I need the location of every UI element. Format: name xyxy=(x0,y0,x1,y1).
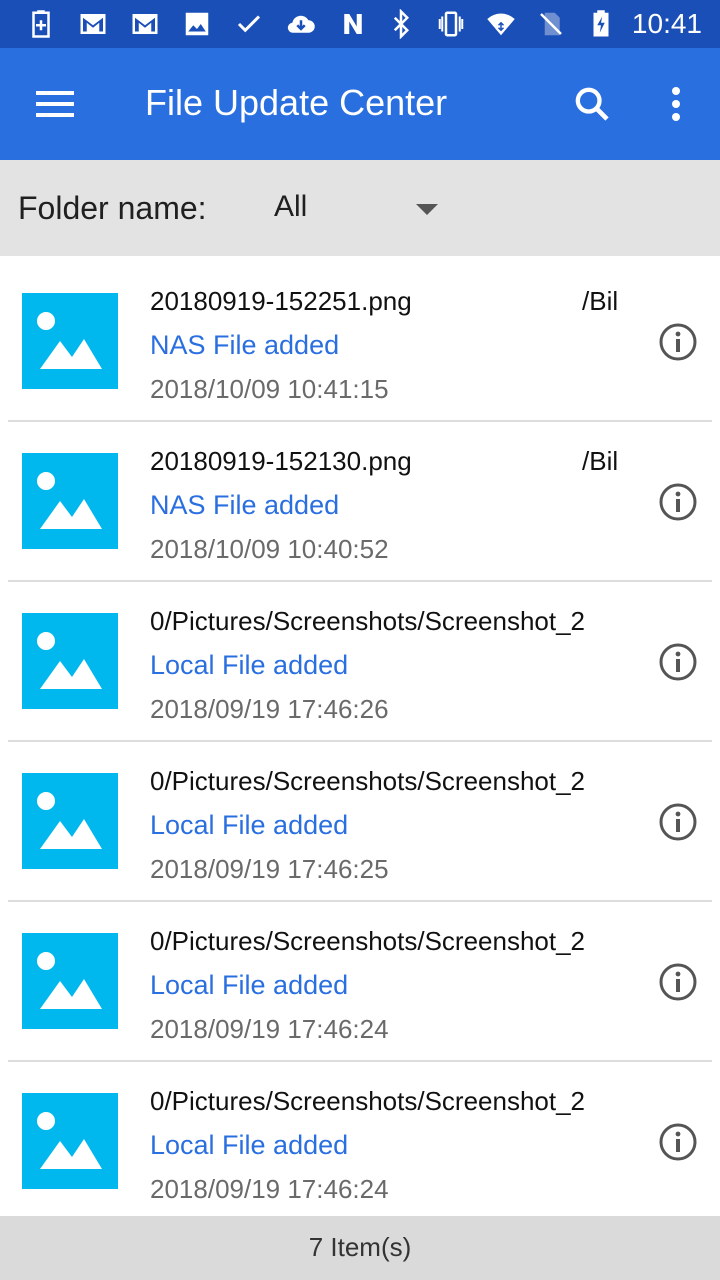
item-count-footer: 7 Item(s) xyxy=(0,1216,720,1280)
file-path-name: 0/Pictures/Screenshots/Screenshot_2 xyxy=(150,606,586,636)
gmail-icon xyxy=(74,8,112,40)
search-button[interactable] xyxy=(566,78,618,130)
battery-charging-icon xyxy=(582,8,620,40)
file-path: 0/Pictures/Screenshots/Screenshot_2 xyxy=(150,606,626,637)
folder-select-value: All xyxy=(274,190,308,223)
vibrate-icon xyxy=(432,8,470,40)
update-timestamp: 2018/09/19 17:46:26 xyxy=(150,694,389,724)
file-path-name: 0/Pictures/Screenshots/Screenshot_2 xyxy=(150,1086,586,1116)
info-icon[interactable] xyxy=(658,482,698,522)
list-item[interactable]: 20180919-152251.png /Bil NAS File added … xyxy=(0,262,720,422)
no-sim-icon xyxy=(532,8,570,40)
dropdown-arrow-icon xyxy=(416,204,438,215)
image-file-icon xyxy=(22,1093,118,1189)
image-file-icon xyxy=(22,773,118,869)
list-item[interactable]: 0/Pictures/Screenshots/Screenshot_2 Loca… xyxy=(0,902,720,1062)
file-path-suffix: /Bil xyxy=(582,446,619,476)
file-path: 0/Pictures/Screenshots/Screenshot_2 xyxy=(150,1086,626,1117)
image-file-icon xyxy=(22,453,118,549)
file-path-name: 0/Pictures/Screenshots/Screenshot_2 xyxy=(150,766,586,796)
clock: 10:41 xyxy=(631,8,702,39)
update-status: Local File added xyxy=(150,650,349,680)
info-icon[interactable] xyxy=(658,802,698,842)
file-path-name: 20180919-152251.png xyxy=(150,286,412,316)
file-path: 0/Pictures/Screenshots/Screenshot_2 xyxy=(150,766,626,797)
file-update-list: 20180919-152251.png /Bil NAS File added … xyxy=(0,262,720,1216)
status-bar-system: 10:41 xyxy=(382,8,702,40)
app-title: File Update Center xyxy=(145,82,448,123)
update-timestamp: 2018/09/19 17:46:25 xyxy=(150,854,389,884)
wifi-icon xyxy=(482,8,520,40)
list-item[interactable]: 20180919-152130.png /Bil NAS File added … xyxy=(0,422,720,582)
file-path-name: 0/Pictures/Screenshots/Screenshot_2 xyxy=(150,926,586,956)
list-item[interactable]: 0/Pictures/Screenshots/Screenshot_2 Loca… xyxy=(0,1062,720,1216)
list-item[interactable]: 0/Pictures/Screenshots/Screenshot_2 Loca… xyxy=(0,742,720,902)
file-path: 20180919-152251.png /Bil xyxy=(150,286,626,317)
update-status: NAS File added xyxy=(150,330,340,360)
status-bar: 10:41 xyxy=(0,0,720,48)
update-timestamp: 2018/10/09 10:41:15 xyxy=(150,374,389,404)
update-status: Local File added xyxy=(150,810,349,840)
folder-select-dropdown[interactable]: All xyxy=(262,178,452,238)
check-icon xyxy=(230,8,268,40)
cloud-download-icon xyxy=(282,8,320,40)
search-icon xyxy=(575,87,609,121)
image-file-icon xyxy=(22,933,118,1029)
update-timestamp: 2018/10/09 10:40:52 xyxy=(150,534,389,564)
battery-saver-icon xyxy=(22,8,60,40)
file-path-suffix: /Bil xyxy=(582,286,619,316)
update-status: Local File added xyxy=(150,1130,349,1160)
update-timestamp: 2018/09/19 17:46:24 xyxy=(150,1174,389,1204)
info-icon[interactable] xyxy=(658,1122,698,1162)
folder-name-label: Folder name: xyxy=(18,190,207,226)
n-app-icon xyxy=(334,8,372,40)
status-bar-notifications xyxy=(22,8,372,40)
app-bar: File Update Center xyxy=(0,48,720,160)
more-vert-icon xyxy=(672,87,680,121)
update-status: Local File added xyxy=(150,970,349,1000)
image-file-icon xyxy=(22,293,118,389)
gmail-icon xyxy=(126,8,164,40)
image-file-icon xyxy=(22,613,118,709)
folder-filter-bar: Folder name: All xyxy=(0,160,720,256)
file-path: 20180919-152130.png /Bil xyxy=(150,446,626,477)
list-item[interactable]: 0/Pictures/Screenshots/Screenshot_2 Loca… xyxy=(0,582,720,742)
update-status: NAS File added xyxy=(150,490,340,520)
file-path-name: 20180919-152130.png xyxy=(150,446,412,476)
image-icon xyxy=(178,8,216,40)
info-icon[interactable] xyxy=(658,962,698,1002)
item-count-label: 7 Item(s) xyxy=(308,1232,412,1262)
info-icon[interactable] xyxy=(658,322,698,362)
bluetooth-icon xyxy=(382,8,420,40)
hamburger-menu-icon xyxy=(36,91,74,117)
info-icon[interactable] xyxy=(658,642,698,682)
file-path: 0/Pictures/Screenshots/Screenshot_2 xyxy=(150,926,626,957)
menu-button[interactable] xyxy=(28,78,84,130)
update-timestamp: 2018/09/19 17:46:24 xyxy=(150,1014,389,1044)
overflow-menu-button[interactable] xyxy=(652,78,700,130)
